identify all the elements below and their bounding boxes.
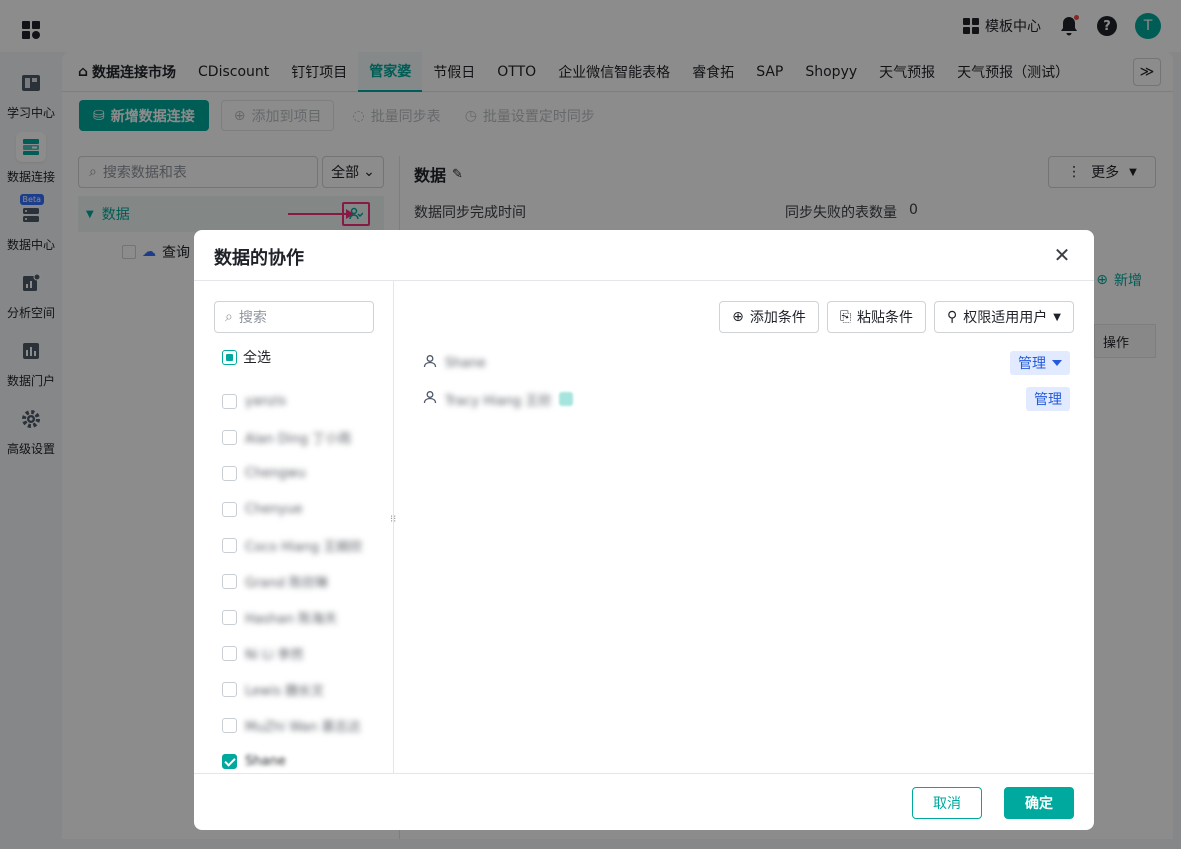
list-item[interactable]: Lewis 魏长文 — [222, 671, 392, 707]
paste-icon: ⎘ — [839, 309, 852, 325]
checkbox[interactable] — [222, 717, 237, 733]
caret-down-icon: ▼ — [1053, 311, 1061, 323]
checkbox[interactable] — [222, 465, 237, 481]
checkbox[interactable] — [222, 537, 237, 553]
list-item[interactable]: Ni Li 李然 — [222, 635, 392, 671]
permission-row: Shane 管理 — [423, 351, 1070, 375]
list-item[interactable]: MuZhi Wan 慕志达 — [222, 707, 392, 743]
close-icon[interactable]: ✕ — [1052, 245, 1072, 265]
checkbox[interactable] — [222, 681, 237, 697]
plus-circle-icon: ⊕ — [732, 309, 744, 325]
checkbox[interactable] — [222, 393, 237, 409]
list-item[interactable]: Chenyue — [222, 491, 392, 527]
user-search-input[interactable]: ⌕ 搜索 — [214, 301, 374, 333]
select-all-checkbox[interactable]: 全选 — [222, 347, 271, 367]
filter-icon: ⚲ — [947, 309, 958, 325]
list-item[interactable]: Coco Hiang 王婉欣 — [222, 527, 392, 563]
paste-condition-button[interactable]: ⎘ 粘贴条件 — [826, 301, 927, 333]
applicable-users-dropdown[interactable]: ⚲ 权限适用用户 ▼ — [934, 301, 1074, 333]
permission-actions: ⊕ 添加条件 ⎘ 粘贴条件 ⚲ 权限适用用户 ▼ — [719, 301, 1074, 333]
checkbox[interactable] — [222, 349, 237, 365]
list-item[interactable]: yanzis — [222, 383, 392, 419]
role-tag: 管理 — [1026, 387, 1070, 411]
checkbox[interactable] — [222, 429, 237, 445]
caret-down-icon — [1052, 360, 1062, 366]
list-item[interactable]: Alan Ding 丁小雨 — [222, 419, 392, 455]
checkbox[interactable] — [222, 645, 237, 661]
role-dropdown[interactable]: 管理 — [1010, 351, 1070, 375]
user-badge — [559, 392, 574, 406]
search-icon: ⌕ — [225, 309, 233, 325]
checkbox[interactable] — [222, 501, 237, 517]
add-condition-button[interactable]: ⊕ 添加条件 — [719, 301, 819, 333]
list-item[interactable]: Hashan 陈海天 — [222, 599, 392, 635]
dialog-header: 数据的协作 ✕ — [194, 230, 1094, 281]
collaboration-dialog: 数据的协作 ✕ ⌕ 搜索 全选 yanzis Alan Ding 丁小雨 Che… — [194, 230, 1094, 830]
checkbox[interactable] — [222, 753, 237, 769]
permission-panel: ⊕ 添加条件 ⎘ 粘贴条件 ⚲ 权限适用用户 ▼ Shane 管理 Tracy … — [395, 281, 1094, 773]
cancel-button[interactable]: 取消 — [912, 787, 982, 819]
list-item[interactable]: Grand 陈欣琳 — [222, 563, 392, 599]
dialog-title: 数据的协作 — [214, 248, 304, 269]
permission-row: Tracy Hiang 王欣 管理 — [423, 387, 1070, 411]
user-list: yanzis Alan Ding 丁小雨 Chengwu Chenyue Coc… — [222, 383, 392, 773]
list-item[interactable]: Shane — [222, 743, 392, 773]
dialog-footer: 取消 确定 — [194, 773, 1094, 830]
confirm-button[interactable]: 确定 — [1004, 787, 1074, 819]
list-item[interactable]: Chengwu — [222, 455, 392, 491]
user-icon — [423, 354, 437, 372]
checkbox[interactable] — [222, 573, 237, 589]
user-selector: ⌕ 搜索 全选 yanzis Alan Ding 丁小雨 Chengwu Che… — [194, 281, 394, 773]
user-icon — [423, 390, 437, 408]
checkbox[interactable] — [222, 609, 237, 625]
